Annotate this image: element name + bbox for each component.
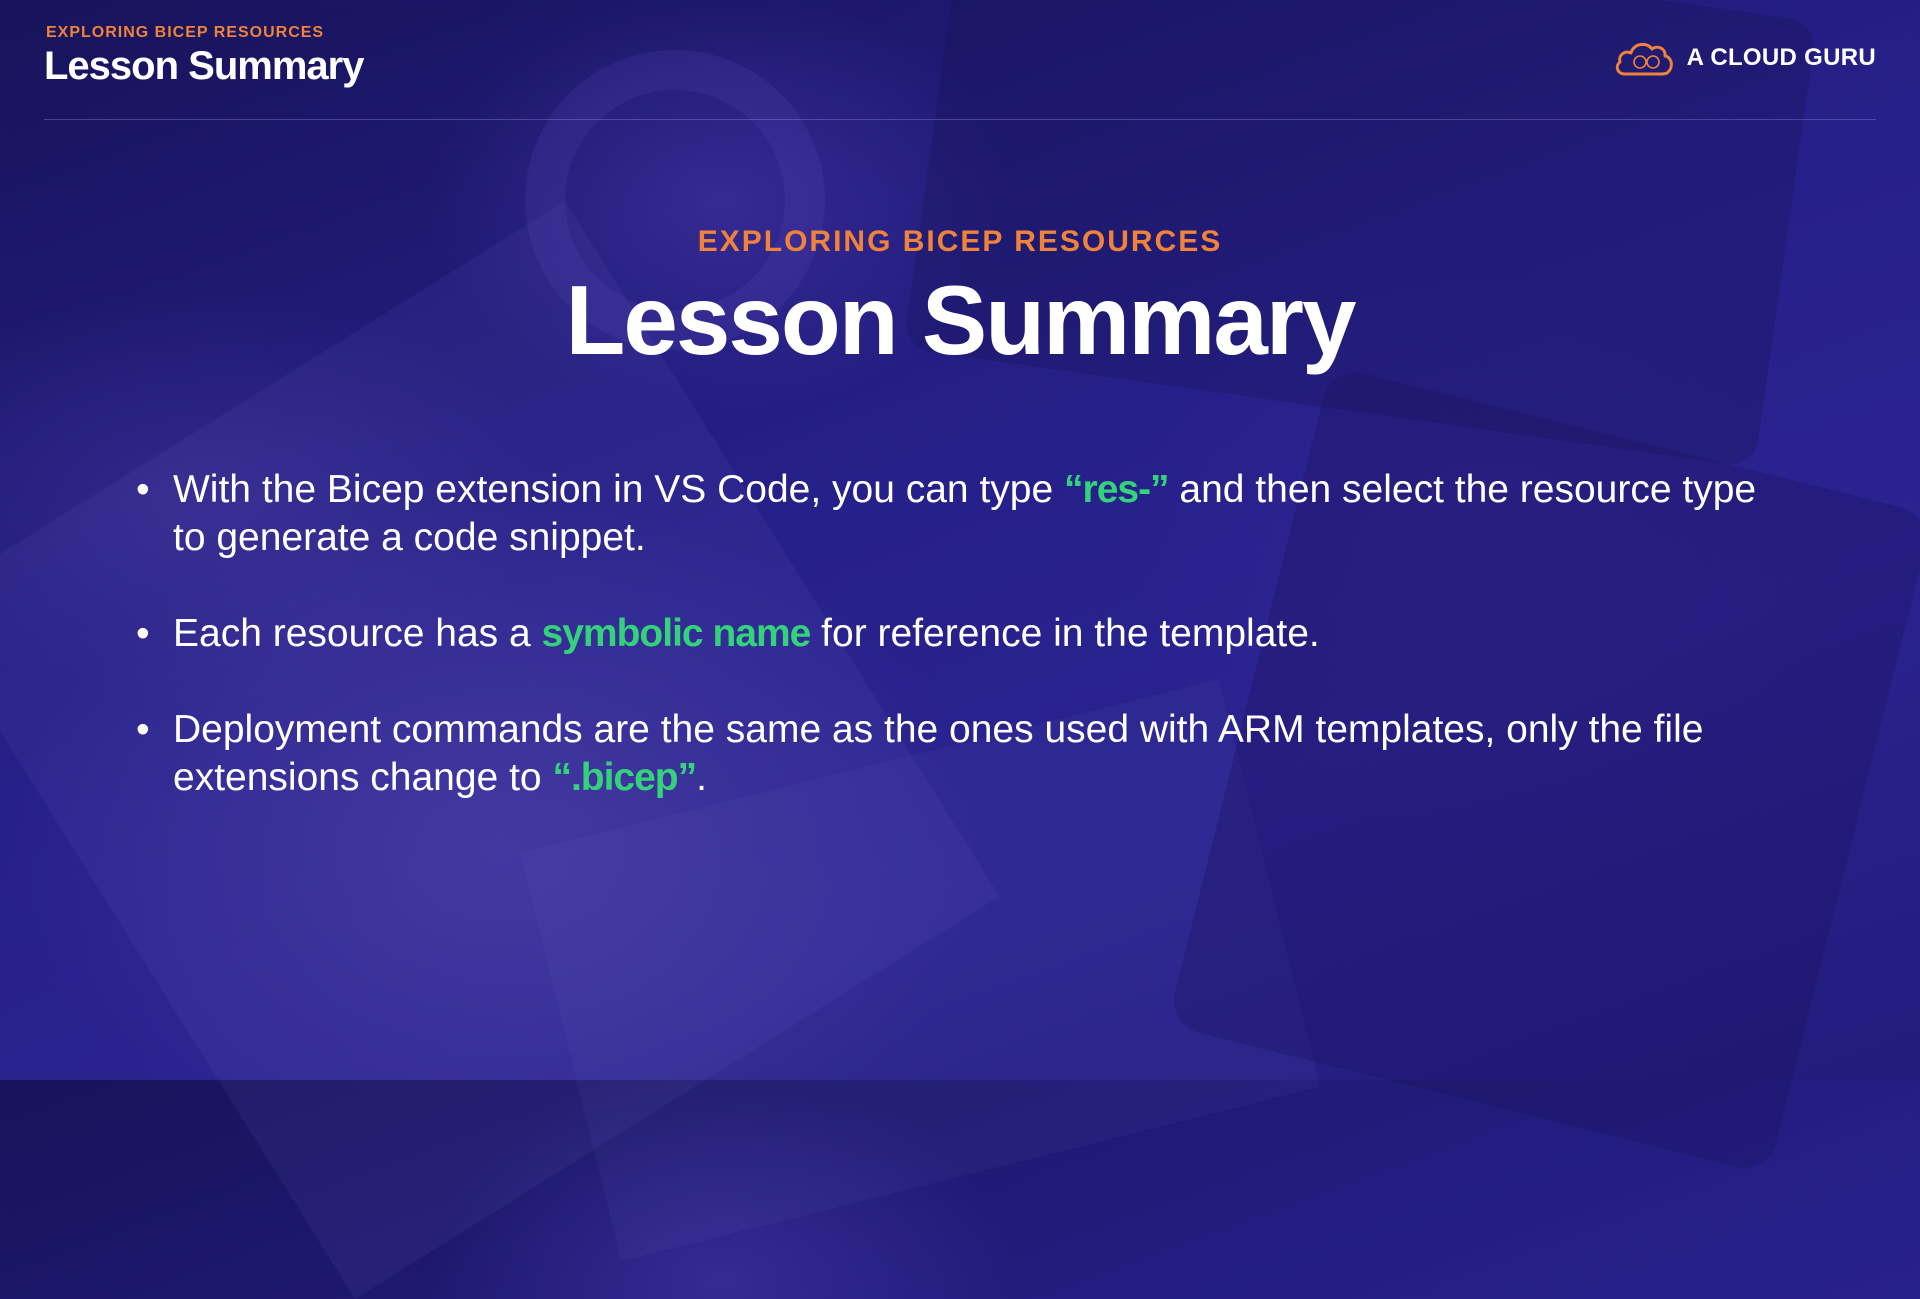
title-block: EXPLORING BICEP RESOURCES Lesson Summary: [0, 225, 1920, 372]
cloud-icon: [1613, 38, 1675, 78]
bullet-text: .: [696, 756, 707, 799]
header-divider: [44, 119, 1876, 120]
bullet-highlight: “.bicep”: [552, 756, 697, 799]
header-eyebrow: EXPLORING BICEP RESOURCES: [46, 24, 325, 41]
bullet-item: • Each resource has a symbolic name for …: [136, 610, 1786, 658]
bullet-text: Deployment commands are the same as the …: [173, 708, 1704, 799]
slide-title: Lesson Summary: [565, 265, 1357, 375]
bullet-marker: •: [136, 708, 150, 751]
bullet-item: • Deployment commands are the same as th…: [136, 706, 1786, 802]
slide-eyebrow: EXPLORING BICEP RESOURCES: [697, 225, 1223, 258]
bullet-text: for reference in the template.: [810, 612, 1320, 655]
summary-bullet-list: • With the Bicep extension in VS Code, y…: [136, 466, 1786, 850]
bullet-text: Each resource has a: [173, 612, 542, 655]
bullet-item: • With the Bicep extension in VS Code, y…: [136, 466, 1786, 562]
slide-header: EXPLORING BICEP RESOURCES Lesson Summary: [44, 24, 364, 88]
bullet-text: With the Bicep extension in VS Code, you…: [173, 468, 1065, 511]
brand-logo: A CLOUD GURU: [1613, 38, 1876, 78]
bullet-highlight: symbolic name: [541, 612, 812, 655]
header-title: Lesson Summary: [44, 44, 364, 88]
brand-name: A CLOUD GURU: [1686, 44, 1876, 71]
bullet-marker: •: [136, 468, 150, 511]
bullet-highlight: “res-”: [1064, 468, 1170, 511]
bullet-marker: •: [136, 612, 150, 655]
